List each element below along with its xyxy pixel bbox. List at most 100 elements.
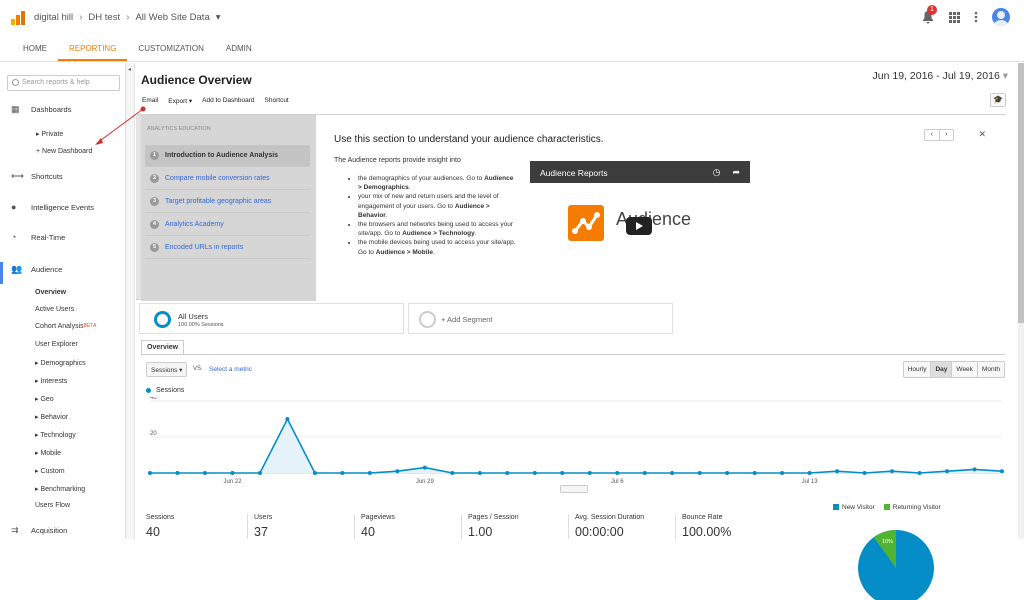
data-point[interactable] [230, 471, 235, 475]
education-step-5[interactable]: 5 Encoded URLs in reports [145, 237, 310, 259]
scrollbar-thumb[interactable] [1018, 63, 1024, 323]
caret-down-icon[interactable]: ▾ [216, 12, 221, 23]
week-button[interactable]: Week [952, 362, 978, 377]
metric-tile-sessions[interactable]: Sessions 40 [146, 514, 251, 539]
date-range-picker[interactable]: Jun 19, 2016 - Jul 19, 2016 ▾ [873, 70, 1008, 82]
education-step-1[interactable]: 1 Introduction to Audience Analysis [145, 145, 310, 167]
tab-admin[interactable]: ADMIN [215, 36, 263, 61]
education-step-2[interactable]: 2 Compare mobile conversion rates [145, 168, 310, 190]
data-point[interactable] [257, 471, 262, 475]
video-player[interactable]: Audience Reports ◷ ➦ Audience [530, 161, 750, 285]
hourly-button[interactable]: Hourly [904, 362, 932, 377]
data-point[interactable] [340, 471, 345, 475]
data-point[interactable] [148, 471, 152, 475]
segment-all-users[interactable]: All Users 100.00% Sessions [139, 303, 404, 334]
data-point[interactable] [725, 471, 730, 475]
view-name[interactable]: All Web Site Data [135, 12, 209, 23]
sidebar-item-mobile[interactable]: ▸ Mobile [35, 449, 61, 457]
data-point[interactable] [752, 471, 757, 475]
new-dashboard-link[interactable]: + New Dashboard [36, 148, 92, 155]
graduation-cap-icon[interactable]: 🎓 [990, 93, 1006, 107]
metric-tile-pages-session[interactable]: Pages / Session 1.00 [461, 514, 566, 539]
more-vert-icon[interactable] [974, 11, 978, 23]
add-to-dashboard-button[interactable]: Add to Dashboard [202, 97, 254, 105]
data-point[interactable] [890, 469, 895, 474]
sidebar-item-users-flow[interactable]: Users Flow [35, 502, 70, 509]
sidebar-item-benchmarking[interactable]: ▸ Benchmarking [35, 485, 85, 493]
data-point[interactable] [202, 471, 207, 475]
data-point[interactable] [532, 471, 537, 475]
data-point[interactable] [477, 471, 482, 475]
sidebar-item-overview[interactable]: Overview [35, 289, 66, 296]
metric-select[interactable]: Sessions ▾ [146, 362, 188, 377]
data-point[interactable] [807, 471, 812, 475]
day-button[interactable]: Day [931, 362, 953, 377]
property-name[interactable]: DH test [88, 12, 120, 23]
data-point[interactable] [560, 471, 565, 475]
avatar[interactable] [992, 8, 1010, 26]
data-point[interactable] [285, 417, 290, 421]
sidebar-item-technology[interactable]: ▸ Technology [35, 431, 76, 439]
data-point[interactable] [175, 471, 180, 475]
tab-home[interactable]: HOME [12, 36, 58, 61]
pie-label: 10% [882, 539, 893, 545]
data-point[interactable] [972, 467, 977, 472]
sidebar-item-behavior[interactable]: ▸ Behavior [35, 413, 68, 421]
data-point[interactable] [862, 471, 867, 475]
data-point[interactable] [670, 471, 675, 475]
share-icon[interactable]: ➦ [732, 167, 740, 178]
sidebar-item-custom[interactable]: ▸ Custom [35, 467, 65, 475]
sidebar-item-demographics[interactable]: ▸ Demographics [35, 359, 86, 367]
analytics-logo[interactable] [10, 10, 26, 26]
select-metric-link[interactable]: Select a metric [209, 366, 252, 373]
search-input[interactable]: Search reports & help [7, 75, 120, 91]
sidebar-item-geo[interactable]: ▸ Geo [35, 395, 54, 403]
metric-tile-bounce-rate[interactable]: Bounce Rate 100.00% [675, 514, 780, 539]
chart-resize-handle[interactable] [560, 485, 588, 493]
vs-label: VS. [193, 366, 203, 372]
data-point[interactable] [615, 471, 620, 475]
account-breadcrumb[interactable]: digital hill › DH test › All Web Site Da… [34, 12, 221, 23]
data-point[interactable] [587, 471, 592, 475]
sidebar-item-cohort-analysis[interactable]: Cohort AnalysisBETA [35, 323, 96, 330]
sidebar-item-user-explorer[interactable]: User Explorer [35, 341, 78, 348]
account-name[interactable]: digital hill [34, 12, 73, 23]
apps-grid-icon[interactable] [949, 11, 960, 23]
prev-button[interactable]: ‹ [925, 130, 940, 140]
play-button[interactable] [626, 217, 652, 235]
metric-tile-pageviews[interactable]: Pageviews 40 [354, 514, 459, 539]
data-point[interactable] [422, 465, 427, 470]
data-point[interactable] [395, 469, 400, 474]
data-point[interactable] [642, 471, 647, 475]
metric-tile-users[interactable]: Users 37 [247, 514, 352, 539]
sidebar-item-active-users[interactable]: Active Users [35, 306, 74, 313]
tab-overview[interactable]: Overview [141, 340, 185, 355]
data-point[interactable] [780, 471, 785, 475]
data-point[interactable] [1000, 469, 1004, 474]
data-point[interactable] [450, 471, 455, 475]
scrollbar[interactable] [1018, 63, 1024, 539]
education-step-3[interactable]: 3 Target profitable geographic areas [145, 191, 310, 213]
tab-reporting[interactable]: REPORTING [58, 36, 128, 61]
education-step-4[interactable]: 4 Analytics Academy [145, 214, 310, 236]
tab-customization[interactable]: CUSTOMIZATION [127, 36, 214, 61]
export-button[interactable]: Export ▾ [168, 97, 192, 105]
close-icon[interactable]: ✕ [978, 129, 986, 140]
watch-later-icon[interactable]: ◷ [713, 167, 721, 178]
next-button[interactable]: › [940, 130, 954, 140]
data-point[interactable] [367, 471, 372, 475]
add-segment-button[interactable]: + Add Segment [408, 303, 673, 334]
sidebar-item-private[interactable]: ▸ Private [36, 130, 63, 138]
data-point[interactable] [697, 471, 702, 475]
clock-icon: ◔ [11, 231, 17, 242]
sidebar-item-interests[interactable]: ▸ Interests [35, 377, 67, 385]
data-point[interactable] [835, 469, 840, 474]
metric-tile-avg-duration[interactable]: Avg. Session Duration 00:00:00 [568, 514, 673, 539]
data-point[interactable] [945, 469, 950, 474]
data-point[interactable] [917, 471, 922, 475]
data-point[interactable] [505, 471, 510, 475]
data-point[interactable] [312, 471, 317, 475]
shortcut-button[interactable]: Shortcut [265, 97, 289, 105]
bell-icon[interactable]: 1 [921, 5, 937, 24]
month-button[interactable]: Month [978, 362, 1004, 377]
